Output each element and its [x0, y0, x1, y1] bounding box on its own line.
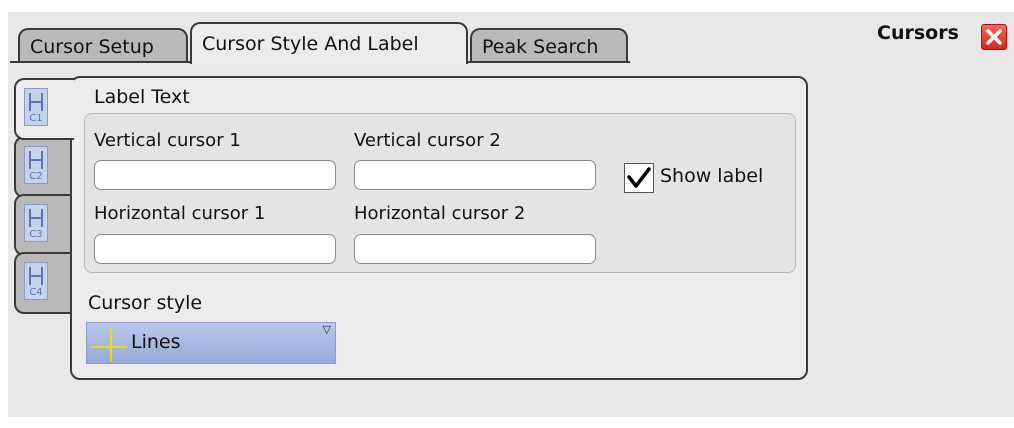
side-tab-label: C1	[29, 113, 43, 124]
cursor-pair-icon: C2	[24, 146, 48, 184]
bottom-margin	[0, 417, 1014, 428]
cursor-pair-icon: C1	[24, 88, 48, 126]
dialog-title: Cursors	[877, 22, 959, 44]
side-tab-c2[interactable]: C2	[14, 136, 70, 198]
tab-label: Cursor Setup	[30, 36, 154, 58]
cursor-pair-icon: C4	[24, 262, 48, 300]
tab-cursor-setup[interactable]: Cursor Setup	[18, 28, 188, 62]
horizontal-cursor-2-label: Horizontal cursor 2	[354, 203, 526, 224]
side-tab-c3[interactable]: C3	[14, 194, 70, 256]
vertical-cursor-1-input[interactable]	[94, 160, 336, 190]
vertical-cursor-2-input[interactable]	[354, 160, 596, 190]
side-tab-label: C4	[29, 287, 43, 298]
chevron-down-icon: ▽	[322, 323, 331, 336]
horizontal-cursor-1-input[interactable]	[94, 234, 336, 264]
checkmark-icon	[627, 167, 651, 188]
horizontal-cursor-1-label: Horizontal cursor 1	[94, 203, 266, 224]
close-icon	[986, 29, 1002, 45]
side-tab-label: C2	[29, 171, 43, 182]
cursor-style-heading: Cursor style	[88, 292, 203, 314]
cursor-style-value: Lines	[131, 331, 181, 353]
cursor-style-dropdown[interactable]: Lines ▽	[86, 322, 336, 364]
side-tab-c1[interactable]: C1	[14, 78, 74, 140]
horizontal-cursor-2-input[interactable]	[354, 234, 596, 264]
close-button[interactable]	[981, 24, 1007, 50]
cursor-pair-icon: C3	[24, 204, 48, 242]
tab-label: Peak Search	[482, 36, 599, 58]
tab-label: Cursor Style And Label	[202, 33, 419, 55]
tab-cursor-style-and-label[interactable]: Cursor Style And Label	[190, 22, 468, 64]
show-label-text: Show label	[660, 165, 764, 187]
vertical-cursor-2-label: Vertical cursor 2	[354, 130, 501, 151]
show-label-checkbox[interactable]	[624, 163, 654, 193]
tab-peak-search[interactable]: Peak Search	[470, 28, 628, 62]
side-tab-c4[interactable]: C4	[14, 252, 70, 314]
vertical-cursor-1-label: Vertical cursor 1	[94, 130, 241, 151]
side-tab-label: C3	[29, 229, 43, 240]
crosshair-lines-icon	[91, 327, 127, 361]
label-text-heading: Label Text	[94, 86, 190, 108]
